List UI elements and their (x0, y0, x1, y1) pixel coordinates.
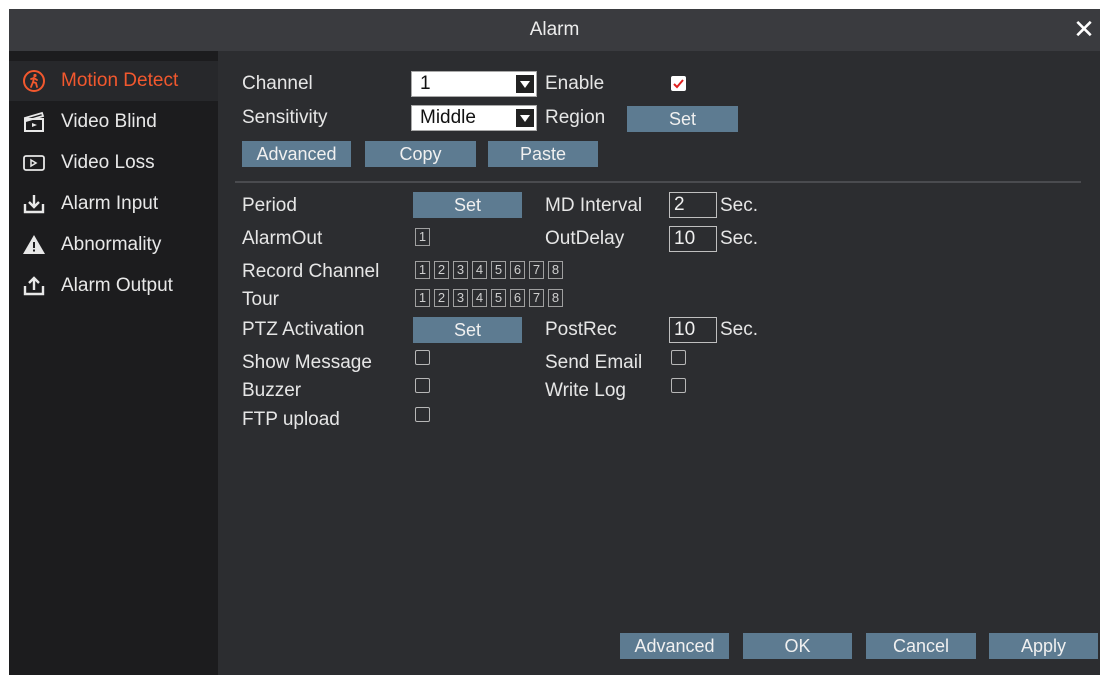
section-divider (235, 181, 1081, 183)
record-channel-box[interactable]: 4 (472, 261, 487, 279)
sidebar-item-label: Alarm Output (61, 275, 173, 296)
ok-button[interactable]: OK (743, 633, 852, 659)
tour-box[interactable]: 8 (548, 289, 563, 307)
tour-box[interactable]: 6 (510, 289, 525, 307)
title-bar: Alarm ✕ (9, 9, 1100, 51)
tour-box[interactable]: 1 (415, 289, 430, 307)
advanced-button[interactable]: Advanced (242, 141, 351, 167)
md-interval-unit: Sec. (720, 195, 759, 216)
sidebar-item-abnormality[interactable]: Abnormality (9, 225, 218, 265)
sidebar: Motion Detect Video Blind Video Loss Ala… (9, 51, 218, 675)
channel-select[interactable]: 1 (411, 71, 537, 97)
alarm-dialog: Alarm ✕ Motion Detect Video Blind Video … (9, 9, 1100, 675)
buzzer-label: Buzzer (242, 380, 302, 401)
region-set-button[interactable]: Set (627, 106, 738, 132)
channel-label: Channel (242, 73, 313, 94)
footer-advanced-button[interactable]: Advanced (620, 633, 729, 659)
period-label: Period (242, 195, 297, 216)
video-screen-icon (21, 150, 47, 176)
sidebar-item-video-blind[interactable]: Video Blind (9, 102, 218, 142)
sidebar-item-motion-detect[interactable]: Motion Detect (9, 61, 218, 101)
record-channel-box[interactable]: 2 (434, 261, 449, 279)
checkmark-icon (673, 79, 684, 89)
sidebar-item-label: Abnormality (61, 234, 162, 255)
clapperboard-icon (21, 109, 47, 135)
md-interval-label: MD Interval (545, 195, 643, 216)
ftp-upload-checkbox[interactable] (415, 407, 430, 422)
sidebar-item-label: Motion Detect (61, 70, 179, 91)
sidebar-item-video-loss[interactable]: Video Loss (9, 143, 218, 183)
postrec-unit: Sec. (720, 319, 759, 340)
send-email-label: Send Email (545, 352, 643, 373)
md-interval-input[interactable]: 2 (669, 192, 717, 218)
tour-box[interactable]: 7 (529, 289, 544, 307)
alarm-output-icon (21, 273, 47, 299)
sensitivity-label: Sensitivity (242, 107, 328, 128)
record-channel-label: Record Channel (242, 261, 380, 282)
record-channel-box[interactable]: 8 (548, 261, 563, 279)
sidebar-item-alarm-output[interactable]: Alarm Output (9, 266, 218, 306)
sidebar-item-label: Video Loss (61, 152, 155, 173)
region-label: Region (545, 107, 606, 128)
outdelay-input[interactable]: 10 (669, 226, 717, 252)
alarmout-label: AlarmOut (242, 228, 323, 249)
tour-label: Tour (242, 289, 279, 310)
enable-checkbox[interactable] (671, 76, 686, 91)
outdelay-unit: Sec. (720, 228, 759, 249)
tour-box[interactable]: 4 (472, 289, 487, 307)
postrec-input[interactable]: 10 (669, 317, 717, 343)
show-message-label: Show Message (242, 352, 372, 373)
write-log-checkbox[interactable] (671, 378, 686, 393)
sidebar-item-label: Video Blind (61, 111, 157, 132)
apply-button[interactable]: Apply (989, 633, 1098, 659)
chevron-down-icon (516, 109, 534, 127)
record-channel-box[interactable]: 6 (510, 261, 525, 279)
show-message-checkbox[interactable] (415, 350, 430, 365)
ftp-upload-label: FTP upload (242, 409, 340, 430)
chevron-down-icon (516, 75, 534, 93)
ptz-set-button[interactable]: Set (413, 317, 522, 343)
postrec-label: PostRec (545, 319, 617, 340)
copy-button[interactable]: Copy (365, 141, 476, 167)
paste-button[interactable]: Paste (488, 141, 598, 167)
motion-run-icon (21, 68, 47, 94)
send-email-checkbox[interactable] (671, 350, 686, 365)
alarmout-box-1[interactable]: 1 (415, 228, 430, 246)
write-log-label: Write Log (545, 380, 626, 401)
outdelay-label: OutDelay (545, 228, 625, 249)
sensitivity-select[interactable]: Middle (411, 105, 537, 131)
warning-icon (21, 232, 47, 258)
dialog-title: Alarm (529, 19, 580, 40)
period-set-button[interactable]: Set (413, 192, 522, 218)
record-channel-box[interactable]: 3 (453, 261, 468, 279)
sidebar-item-alarm-input[interactable]: Alarm Input (9, 184, 218, 224)
record-channel-box[interactable]: 1 (415, 261, 430, 279)
enable-label: Enable (545, 73, 605, 94)
record-channel-box[interactable]: 5 (491, 261, 506, 279)
tour-box[interactable]: 5 (491, 289, 506, 307)
channel-value: 1 (420, 73, 431, 94)
sensitivity-value: Middle (420, 107, 476, 128)
buzzer-checkbox[interactable] (415, 378, 430, 393)
ptz-activation-label: PTZ Activation (242, 319, 365, 340)
cancel-button[interactable]: Cancel (866, 633, 976, 659)
tour-box[interactable]: 2 (434, 289, 449, 307)
alarm-input-icon (21, 191, 47, 217)
tour-box[interactable]: 3 (453, 289, 468, 307)
close-icon[interactable]: ✕ (1072, 16, 1096, 42)
record-channel-box[interactable]: 7 (529, 261, 544, 279)
sidebar-item-label: Alarm Input (61, 193, 159, 214)
